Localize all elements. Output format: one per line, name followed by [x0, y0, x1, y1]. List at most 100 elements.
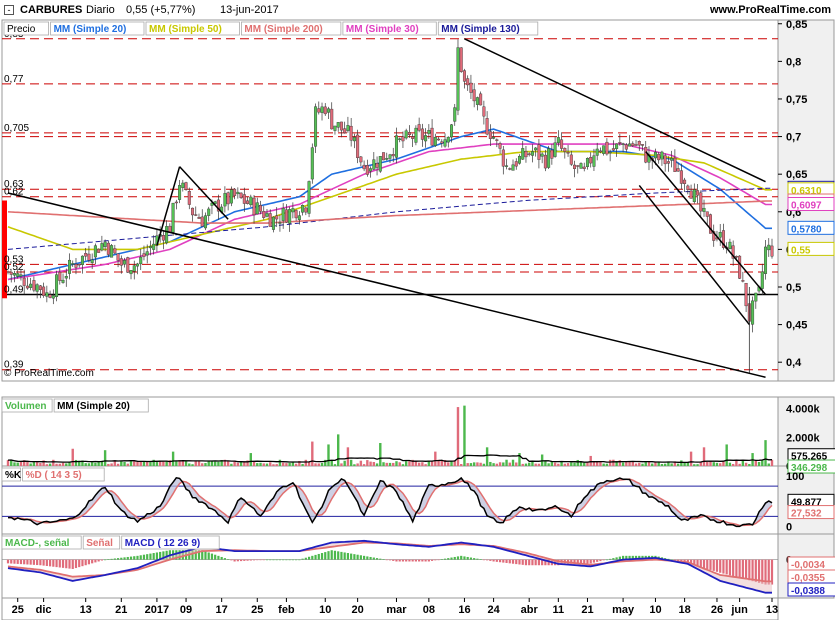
candle-body: [427, 130, 431, 134]
candle-body: [527, 153, 531, 156]
macd-histogram-bar: [534, 559, 537, 566]
candle-body: [696, 190, 700, 196]
candle-body: [579, 163, 583, 169]
candle-body: [492, 136, 496, 139]
volume-bar: [346, 447, 350, 466]
candle-body: [430, 127, 434, 146]
macd-histogram-bar: [327, 551, 330, 560]
stochastic-legend-entry: %K: [5, 470, 22, 481]
macd-histogram-bar: [515, 559, 518, 565]
candle-body: [35, 284, 39, 292]
volume-bar: [320, 462, 324, 466]
macd-histogram-bar: [337, 551, 340, 560]
volume-bar: [372, 461, 376, 466]
candle-body: [689, 190, 693, 199]
macd-histogram-bar: [476, 558, 479, 560]
volume-bar: [333, 464, 337, 466]
volume-bar: [553, 462, 557, 466]
volume-bar: [738, 463, 741, 466]
candle-body: [165, 226, 169, 244]
candle-body: [365, 165, 369, 175]
candle-body: [174, 201, 178, 204]
candle-body: [226, 192, 230, 205]
price-legend-entry: MM (Simple 30): [346, 24, 419, 35]
candle-body: [135, 263, 139, 267]
candle-body: [440, 141, 444, 144]
macd-histogram-bar: [706, 559, 709, 569]
volume-bar: [537, 463, 541, 466]
candle-body: [734, 255, 738, 258]
candle-body: [433, 136, 437, 146]
left-level-label: 0,62: [4, 187, 24, 198]
candle-body: [142, 253, 146, 257]
candle-body: [443, 139, 447, 147]
candle-body: [692, 189, 696, 203]
macd-histogram-bar: [456, 556, 460, 560]
volume-bar: [634, 463, 638, 466]
candle-body: [259, 205, 263, 212]
candle-body: [498, 143, 502, 149]
candle-body: [666, 161, 670, 164]
volume-bar: [715, 462, 719, 466]
volume-bar: [748, 463, 751, 466]
macd-histogram-bar: [524, 559, 528, 566]
macd-histogram-bar: [259, 559, 262, 561]
candle-body: [573, 164, 577, 169]
volume-bar: [139, 461, 142, 466]
volume-bar: [10, 459, 13, 466]
candle-body: [255, 202, 259, 215]
macd-histogram-bar: [599, 559, 602, 562]
volume-bar: [531, 461, 534, 466]
stochastic-tick-label: 100: [786, 471, 804, 483]
macd-histogram-bar: [408, 559, 411, 562]
candle-body: [339, 121, 343, 131]
macd-histogram-bar: [757, 559, 761, 583]
candle-body: [391, 154, 395, 157]
volume-bar: [735, 460, 738, 466]
macd-histogram-bar: [45, 559, 48, 566]
candle-body: [407, 132, 411, 136]
volume-bar: [706, 462, 709, 466]
volume-bar: [243, 462, 246, 466]
price-candle: [579, 162, 583, 169]
macd-histogram-bar: [350, 553, 353, 560]
volume-bar: [670, 463, 673, 466]
volume-bar: [621, 462, 625, 466]
volume-bar: [379, 443, 382, 466]
volume-bar: [349, 459, 353, 466]
macd-histogram-bar: [427, 559, 430, 562]
volume-bar: [560, 461, 563, 466]
time-tick-label: 17: [216, 604, 228, 616]
volume-bar: [275, 464, 278, 466]
price-candle: [97, 248, 101, 253]
candle-body: [326, 108, 330, 113]
macd-histogram-bar: [699, 559, 702, 568]
candle-body: [262, 211, 266, 218]
macd-histogram-bar: [392, 559, 395, 561]
macd-histogram-bar: [272, 559, 275, 561]
volume-bar: [754, 460, 758, 466]
volume-bar: [489, 461, 492, 466]
volume-bar: [252, 461, 256, 466]
volume-bar: [663, 463, 667, 466]
volume-bar: [725, 444, 728, 466]
volume-bar: [171, 451, 175, 466]
candle-body: [589, 157, 593, 164]
macd-histogram-bar: [39, 559, 42, 566]
macd-histogram-bar: [265, 559, 269, 561]
macd-histogram-bar: [129, 556, 133, 560]
volume-bar: [353, 464, 356, 466]
volume-bar: [515, 462, 518, 466]
time-tick-label: 10: [319, 604, 331, 616]
candle-body: [517, 155, 521, 164]
macd-histogram-bar: [615, 557, 618, 560]
candle-body: [521, 148, 525, 160]
candle-body: [394, 135, 398, 158]
candle-body: [576, 165, 580, 167]
volume-bar: [651, 463, 654, 466]
macd-histogram-bar: [91, 559, 94, 564]
macd-histogram-bar: [447, 558, 450, 560]
candle-body: [301, 205, 305, 213]
price-candle: [171, 202, 175, 236]
macd-histogram-bar: [26, 559, 29, 565]
